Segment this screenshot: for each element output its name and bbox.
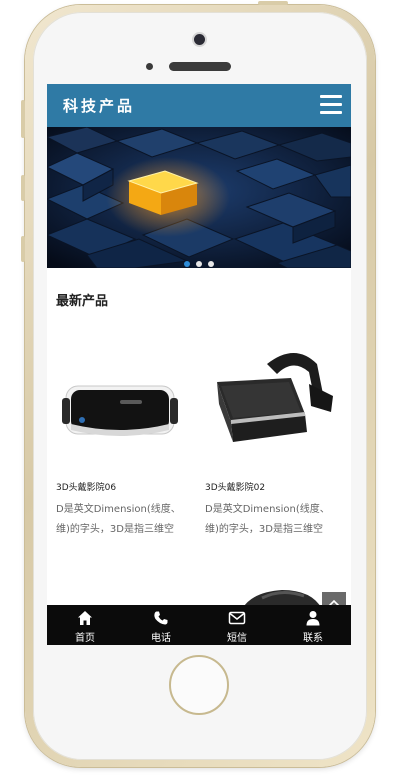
volume-up-button xyxy=(21,175,25,201)
nav-sms[interactable]: 短信 xyxy=(199,605,275,645)
nav-phone[interactable]: 电话 xyxy=(123,605,199,645)
proximity-sensor xyxy=(146,63,153,70)
bottom-navigation: 首页 电话 短信 联系 xyxy=(47,605,351,645)
volume-down-button xyxy=(21,236,25,262)
app-header: 科技产品 xyxy=(47,84,351,127)
product-card[interactable]: 3D头戴影院02 D是英文Dimension(线度、维)的字头，3D是指三维空 xyxy=(205,324,343,535)
vr-headset-image xyxy=(62,385,178,436)
nav-home[interactable]: 首页 xyxy=(47,605,123,645)
nav-label: 首页 xyxy=(75,633,95,644)
hamburger-menu-icon[interactable] xyxy=(320,95,342,115)
home-button[interactable] xyxy=(169,655,229,715)
product-description: D是英文Dimension(线度、维)的字头，3D是指三维空 xyxy=(205,504,330,535)
slider-pagination xyxy=(47,252,351,267)
earpiece-speaker xyxy=(169,62,231,71)
product-name: 3D头戴影院06 xyxy=(56,483,117,493)
product-description: D是英文Dimension(线度、维)的字头，3D是指三维空 xyxy=(56,504,181,535)
product-name: 3D头戴影院02 xyxy=(205,483,266,493)
vr-headset-image xyxy=(217,353,333,442)
app-title: 科技产品 xyxy=(63,97,136,115)
product-card[interactable]: 3D头戴影院06 D是英文Dimension(线度、维)的字头，3D是指三维空 xyxy=(56,324,194,535)
nav-contact[interactable]: 联系 xyxy=(275,605,351,645)
section-title: 最新产品 xyxy=(56,294,109,309)
banner-slider[interactable] xyxy=(47,127,351,268)
slider-dot[interactable] xyxy=(208,261,214,267)
nav-label: 联系 xyxy=(303,633,323,644)
banner-image xyxy=(47,127,351,268)
nav-label: 短信 xyxy=(227,633,247,644)
user-icon xyxy=(306,611,320,626)
slider-dot[interactable] xyxy=(184,261,190,267)
home-icon xyxy=(78,611,92,625)
front-camera xyxy=(194,34,205,45)
phone-screen: 科技产品 最新产品 3D头戴影院06 D是英文Dimension(线度、维)的字… xyxy=(47,84,351,645)
power-button xyxy=(258,1,288,5)
phone-icon xyxy=(154,611,168,625)
mute-switch xyxy=(21,100,25,138)
nav-label: 电话 xyxy=(151,633,171,644)
slider-dot[interactable] xyxy=(196,261,202,267)
envelope-icon xyxy=(228,611,246,625)
